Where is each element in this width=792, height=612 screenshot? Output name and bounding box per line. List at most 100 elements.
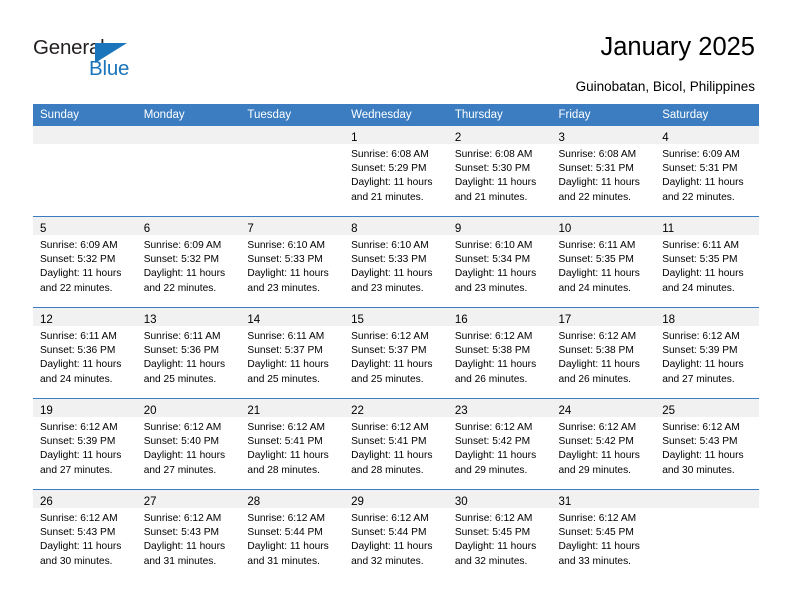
calendar-day-cell[interactable]: 23 Sunrise: 6:12 AM Sunset: 5:42 PM Dayligh… — [447, 398, 552, 490]
calendar-day-cell[interactable]: 11 Sunrise: 6:11 AM Sunset: 5:35 PM Dayligh… — [655, 216, 759, 308]
day-number-band: 23 — [447, 399, 552, 417]
calendar-day-cell[interactable]: 1 Sunrise: 6:08 AM Sunset: 5:29 PM Daylight… — [344, 126, 448, 217]
day-number: 13 — [143, 314, 157, 326]
daylight-duration-line-2: and 25 minutes. — [247, 373, 320, 385]
calendar-cell-inner: 11 Sunrise: 6:11 AM Sunset: 5:35 PM Dayligh… — [655, 217, 759, 307]
calendar-day-cell[interactable]: 8 Sunrise: 6:10 AM Sunset: 5:33 PM Daylight… — [344, 216, 448, 308]
sunrise-time: Sunrise: 6:12 AM — [454, 331, 533, 342]
calendar-cell-inner — [240, 126, 345, 216]
day-number: 31 — [558, 496, 572, 508]
calendar-day-cell[interactable]: 21 Sunrise: 6:12 AM Sunset: 5:41 PM Dayligh… — [240, 398, 345, 490]
day-number-band: 15 — [344, 308, 448, 326]
weekday-header-thursday: Thursday — [447, 104, 552, 126]
sunrise-time: Sunrise: 6:08 AM — [558, 149, 637, 160]
calendar-cell-inner: 25 Sunrise: 6:12 AM Sunset: 5:43 PM Dayligh… — [655, 399, 759, 489]
daylight-duration-line-1: Daylight: 11 hours — [351, 450, 433, 462]
day-number-band: 31 — [551, 490, 656, 508]
calendar-cell-inner: 16 Sunrise: 6:12 AM Sunset: 5:38 PM Dayligh… — [447, 308, 552, 398]
day-number: 5 — [40, 223, 47, 235]
calendar-day-cell[interactable]: 17 Sunrise: 6:12 AM Sunset: 5:38 PM Dayligh… — [551, 307, 656, 399]
sunrise-time: Sunrise: 6:10 AM — [454, 240, 533, 251]
daylight-duration-line-2: and 30 minutes. — [40, 555, 113, 567]
daylight-duration-line-1: Daylight: 11 hours — [454, 450, 537, 462]
sunrise-time: Sunrise: 6:12 AM — [558, 513, 637, 524]
calendar-day-cell[interactable]: 18 Sunrise: 6:12 AM Sunset: 5:39 PM Dayligh… — [655, 307, 759, 399]
daylight-duration-line-1: Daylight: 11 hours — [40, 450, 122, 462]
sunrise-time: Sunrise: 6:12 AM — [247, 513, 325, 524]
day-sun-details: Sunrise: 6:08 AM Sunset: 5:30 PM Daylight:… — [448, 144, 552, 205]
calendar-cell-inner: 3 Sunrise: 6:08 AM Sunset: 5:31 PM Daylight… — [551, 126, 656, 216]
calendar-day-cell[interactable]: 15 Sunrise: 6:12 AM Sunset: 5:37 PM Dayligh… — [344, 307, 448, 399]
calendar-day-cell[interactable]: 28 Sunrise: 6:12 AM Sunset: 5:44 PM Dayligh… — [240, 489, 345, 580]
sunrise-time: Sunrise: 6:12 AM — [351, 331, 429, 342]
calendar-day-cell[interactable]: 19 Sunrise: 6:12 AM Sunset: 5:39 PM Dayligh… — [33, 398, 137, 490]
calendar-day-cell[interactable]: 4 Sunrise: 6:09 AM Sunset: 5:31 PM Daylight… — [655, 126, 759, 217]
day-number-band — [136, 126, 241, 144]
calendar-day-cell[interactable]: 30 Sunrise: 6:12 AM Sunset: 5:45 PM Dayligh… — [447, 489, 552, 580]
calendar-day-cell[interactable]: 5 Sunrise: 6:09 AM Sunset: 5:32 PM Daylight… — [33, 216, 137, 308]
sunset-time: Sunset: 5:34 PM — [454, 254, 531, 266]
day-number-band: 9 — [447, 217, 552, 235]
calendar-cell-inner: 2 Sunrise: 6:08 AM Sunset: 5:30 PM Daylight… — [447, 126, 552, 216]
day-sun-details: Sunrise: 6:12 AM Sunset: 5:43 PM Daylight:… — [137, 508, 241, 569]
sunrise-time: Sunrise: 6:12 AM — [351, 513, 429, 524]
calendar-day-cell[interactable]: 25 Sunrise: 6:12 AM Sunset: 5:43 PM Dayligh… — [655, 398, 759, 490]
weekday-header-monday: Monday — [136, 104, 241, 126]
sunset-time: Sunset: 5:37 PM — [247, 345, 323, 357]
daylight-duration-line-1: Daylight: 11 hours — [662, 450, 744, 462]
sunrise-time: Sunrise: 6:12 AM — [662, 422, 740, 433]
day-number-band: 16 — [447, 308, 552, 326]
day-number: 23 — [454, 405, 468, 417]
day-sun-details: Sunrise: 6:09 AM Sunset: 5:32 PM Daylight:… — [137, 235, 241, 296]
day-number-band: 11 — [655, 217, 759, 235]
day-number: 24 — [558, 405, 572, 417]
calendar-day-cell[interactable]: 10 Sunrise: 6:11 AM Sunset: 5:35 PM Dayligh… — [551, 216, 656, 308]
daylight-duration-line-1: Daylight: 11 hours — [454, 359, 537, 371]
calendar-day-cell[interactable]: 16 Sunrise: 6:12 AM Sunset: 5:38 PM Dayligh… — [447, 307, 552, 399]
calendar-day-cell[interactable]: 3 Sunrise: 6:08 AM Sunset: 5:31 PM Daylight… — [551, 126, 656, 217]
day-number: 28 — [247, 496, 261, 508]
weekday-header-saturday: Saturday — [655, 104, 759, 126]
calendar-cell-inner: 4 Sunrise: 6:09 AM Sunset: 5:31 PM Daylight… — [655, 126, 759, 216]
calendar-day-cell[interactable]: 22 Sunrise: 6:12 AM Sunset: 5:41 PM Dayligh… — [344, 398, 448, 490]
sunrise-time: Sunrise: 6:11 AM — [143, 331, 221, 342]
calendar-day-cell[interactable]: 7 Sunrise: 6:10 AM Sunset: 5:33 PM Daylight… — [240, 216, 345, 308]
calendar-day-cell[interactable]: 24 Sunrise: 6:12 AM Sunset: 5:42 PM Dayligh… — [551, 398, 656, 490]
calendar-cell-inner: 15 Sunrise: 6:12 AM Sunset: 5:37 PM Dayligh… — [344, 308, 448, 398]
day-number: 30 — [454, 496, 468, 508]
day-number-band: 10 — [551, 217, 656, 235]
calendar-day-cell[interactable]: 26 Sunrise: 6:12 AM Sunset: 5:43 PM Dayligh… — [33, 489, 137, 580]
sunset-time: Sunset: 5:37 PM — [351, 345, 427, 357]
day-number-band: 22 — [344, 399, 448, 417]
calendar-cell-inner — [33, 126, 137, 216]
sunrise-time: Sunrise: 6:12 AM — [40, 422, 118, 433]
day-number-band: 7 — [240, 217, 345, 235]
page-title: January 2025 — [600, 33, 755, 61]
calendar-cell-inner: 18 Sunrise: 6:12 AM Sunset: 5:39 PM Dayligh… — [655, 308, 759, 398]
calendar-day-cell[interactable]: 31 Sunrise: 6:12 AM Sunset: 5:45 PM Dayligh… — [551, 489, 656, 580]
daylight-duration-line-2: and 31 minutes. — [247, 555, 320, 567]
calendar-day-cell[interactable]: 13 Sunrise: 6:11 AM Sunset: 5:36 PM Dayligh… — [136, 307, 241, 399]
calendar-day-cell[interactable]: 6 Sunrise: 6:09 AM Sunset: 5:32 PM Daylight… — [136, 216, 241, 308]
day-sun-details: Sunrise: 6:12 AM Sunset: 5:44 PM Daylight:… — [344, 508, 448, 569]
general-blue-logo[interactable]: General Blue — [33, 36, 163, 88]
calendar-day-cell[interactable]: 2 Sunrise: 6:08 AM Sunset: 5:30 PM Daylight… — [447, 126, 552, 217]
sunset-time: Sunset: 5:33 PM — [247, 254, 323, 266]
daylight-duration-line-1: Daylight: 11 hours — [558, 177, 640, 189]
calendar-day-cell[interactable]: 29 Sunrise: 6:12 AM Sunset: 5:44 PM Dayligh… — [344, 489, 448, 580]
calendar-day-cell[interactable]: 12 Sunrise: 6:11 AM Sunset: 5:36 PM Dayligh… — [33, 307, 137, 399]
calendar-cell-empty — [33, 126, 137, 217]
day-sun-details: Sunrise: 6:11 AM Sunset: 5:36 PM Daylight:… — [33, 326, 137, 387]
daylight-duration-line-1: Daylight: 11 hours — [662, 268, 744, 280]
calendar-day-cell[interactable]: 9 Sunrise: 6:10 AM Sunset: 5:34 PM Daylight… — [447, 216, 552, 308]
day-sun-details: Sunrise: 6:12 AM Sunset: 5:42 PM Daylight:… — [552, 417, 656, 478]
sunset-time: Sunset: 5:42 PM — [558, 436, 634, 448]
calendar-day-cell[interactable]: 20 Sunrise: 6:12 AM Sunset: 5:40 PM Dayligh… — [136, 398, 241, 490]
sunrise-time: Sunrise: 6:12 AM — [662, 331, 740, 342]
daylight-duration-line-2: and 22 minutes. — [662, 191, 735, 203]
calendar-day-cell[interactable]: 14 Sunrise: 6:11 AM Sunset: 5:37 PM Dayligh… — [240, 307, 345, 399]
day-sun-details: Sunrise: 6:10 AM Sunset: 5:33 PM Daylight:… — [240, 235, 344, 296]
calendar-cell-inner: 21 Sunrise: 6:12 AM Sunset: 5:41 PM Dayligh… — [240, 399, 345, 489]
calendar-cell-inner: 5 Sunrise: 6:09 AM Sunset: 5:32 PM Daylight… — [33, 217, 137, 307]
calendar-day-cell[interactable]: 27 Sunrise: 6:12 AM Sunset: 5:43 PM Dayligh… — [136, 489, 241, 580]
